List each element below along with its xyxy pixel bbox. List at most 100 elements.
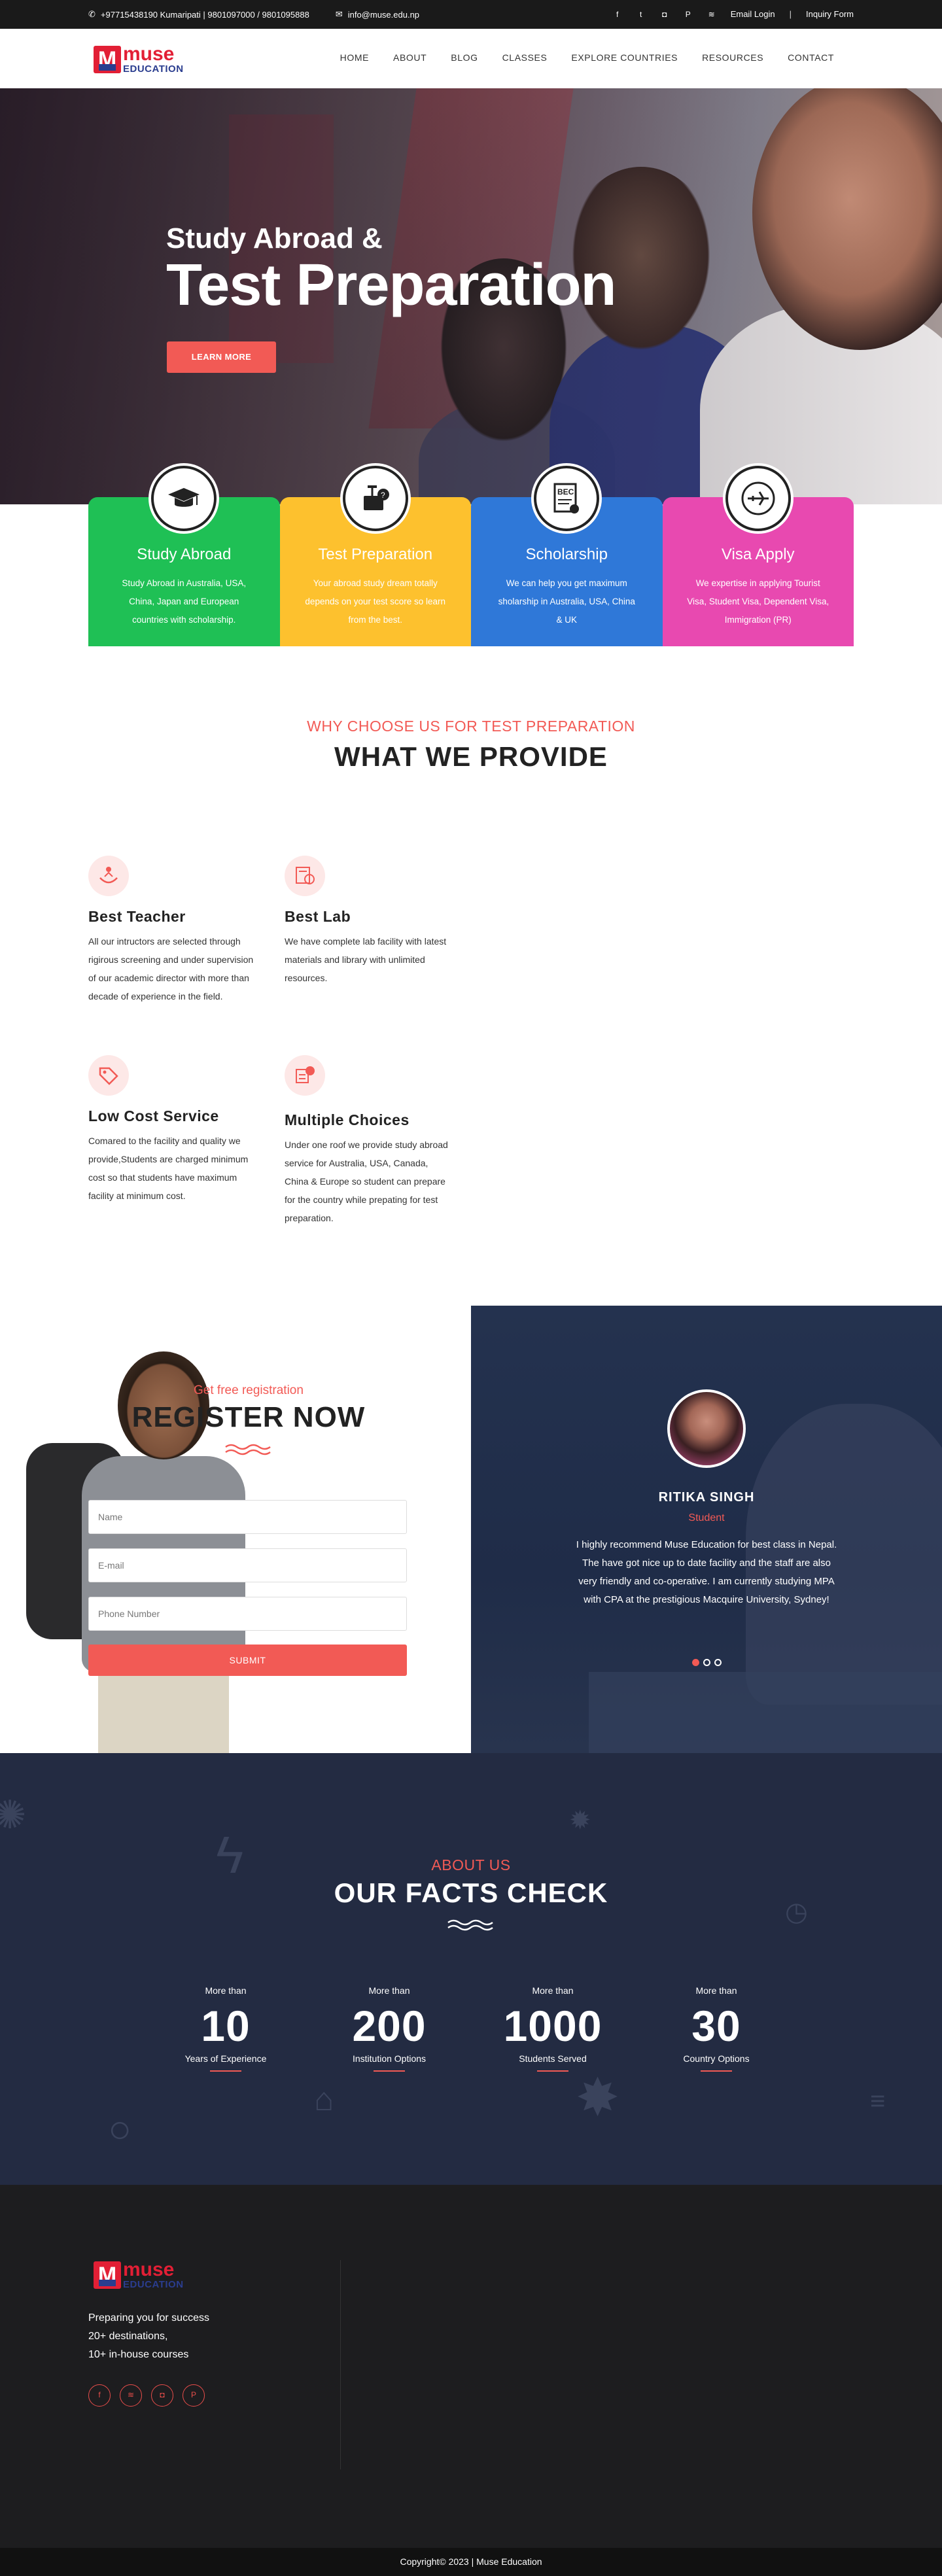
nav-home[interactable]: HOME [340, 52, 369, 63]
rss-icon[interactable]: ≋ [120, 2384, 142, 2407]
footer-line: 20+ destinations, [88, 2331, 168, 2342]
feature-best-lab: Best Lab We have complete lab facility w… [285, 856, 455, 987]
instagram-icon[interactable]: ◘ [660, 10, 669, 19]
phone-icon: ✆ [88, 9, 96, 19]
facebook-icon[interactable]: f [613, 10, 622, 19]
gear-icon: ✹ [569, 1806, 591, 1835]
nav-about[interactable]: ABOUT [393, 52, 427, 63]
facts-subtitle: ABOUT US [431, 1856, 511, 1873]
phone-info: ✆ +97715438190 Kumaripati | 9801097000 /… [88, 9, 309, 20]
service-card-test-preparation[interactable]: ? Test Preparation Your abroad study dre… [279, 466, 471, 646]
testimonial-name: RITIKA SINGH [658, 1490, 755, 1505]
email-input[interactable]: E-mail [88, 1548, 407, 1582]
certificate-icon: BEC [534, 466, 600, 531]
email-text[interactable]: info@muse.edu.np [348, 10, 419, 20]
phone-text: +97715438190 Kumaripati | 9801097000 / 9… [100, 9, 309, 20]
nav-resources[interactable]: RESOURCES [702, 52, 763, 63]
svg-text:BEC: BEC [557, 487, 574, 496]
stat-value: 200 [352, 2002, 427, 2050]
stat-countries: More than 30 Country Options [644, 1985, 788, 2072]
carousel-dot[interactable] [714, 1659, 722, 1666]
circle-icon: ○ [108, 2107, 132, 2151]
envelope-icon: ✉ [335, 9, 343, 19]
nav-classes[interactable]: CLASSES [502, 52, 548, 63]
stat-prefix: More than [368, 1985, 410, 1996]
instagram-icon[interactable]: ◘ [151, 2384, 173, 2407]
stat-value: 1000 [503, 2002, 602, 2050]
service-text: We can help you get maximum sholarship i… [498, 578, 635, 625]
stat-prefix: More than [532, 1985, 574, 1996]
stat-label: Institution Options [352, 2053, 427, 2064]
feature-title: Multiple Choices [285, 1111, 410, 1128]
inquiry-form-link[interactable]: Inquiry Form [806, 9, 854, 19]
twitter-icon[interactable]: t [637, 10, 646, 19]
feature-title: Low Cost Service [88, 1107, 219, 1124]
logo-mark: M [94, 45, 121, 73]
teacher-icon [88, 856, 129, 896]
learn-more-button[interactable]: LEARN MORE [167, 341, 276, 373]
submit-button[interactable]: SUBMIT [88, 1645, 407, 1676]
feature-multiple-choices: Multiple Choices Under one roof we provi… [285, 1055, 455, 1227]
logo-mark: M [94, 2261, 121, 2289]
register-section: Get free registration REGISTER NOW Name … [0, 1306, 471, 1753]
feature-title: Best Teacher [88, 908, 186, 925]
stat-underline [210, 2070, 241, 2072]
testimonial-quote: I highly recommend Muse Education for be… [576, 1539, 837, 1605]
nav-explore-countries[interactable]: EXPLORE COUNTRIES [571, 52, 678, 63]
footer-divider [340, 2260, 341, 2469]
site-logo[interactable]: M muse EDUCATION [94, 44, 184, 74]
carousel-dots [471, 1659, 942, 1666]
carousel-dot[interactable] [691, 1659, 699, 1666]
name-input[interactable]: Name [88, 1500, 407, 1534]
choices-icon [285, 1055, 325, 1096]
service-card-visa-apply[interactable]: Visa Apply We expertise in applying Tour… [662, 466, 854, 646]
email-info[interactable]: ✉ info@muse.edu.np [336, 9, 419, 20]
phone-input[interactable]: Phone Number [88, 1597, 407, 1631]
copyright-bar: Copyright© 2023 | Muse Education [0, 2548, 942, 2576]
testimonial-background-photo [589, 1672, 942, 1753]
service-text: Your abroad study dream totally depends … [305, 578, 446, 625]
airplane-icon [725, 466, 791, 531]
service-text: We expertise in applying Tourist Visa, S… [687, 578, 829, 625]
why-subtitle: WHY CHOOSE US FOR TEST PREPARATION [307, 718, 635, 735]
service-card-scholarship[interactable]: BEC Scholarship We can help you get maxi… [471, 466, 663, 646]
pinterest-icon[interactable]: P [684, 10, 693, 19]
register-subtitle: Get free registration [194, 1384, 304, 1397]
stat-institutions: More than 200 Institution Options [317, 1985, 461, 2072]
footer-line: 10+ in-house courses [88, 2349, 189, 2360]
carousel-dot[interactable] [703, 1659, 710, 1666]
site-footer: M muse EDUCATION Preparing you for succe… [0, 2185, 942, 2548]
logo-tagline: EDUCATION [123, 63, 184, 75]
email-login-link[interactable]: Email Login [731, 9, 775, 19]
stat-value: 10 [201, 2002, 251, 2050]
footer-line: Preparing you for success [88, 2312, 209, 2324]
nav-contact[interactable]: CONTACT [788, 52, 834, 63]
facebook-icon[interactable]: f [88, 2384, 111, 2407]
rss-icon[interactable]: ≋ [707, 10, 716, 19]
hero-title: Test Preparation [166, 252, 617, 318]
nav-blog[interactable]: BLOG [451, 52, 478, 63]
stat-underline [701, 2070, 732, 2072]
service-card-study-abroad[interactable]: Study Abroad Study Abroad in Australia, … [88, 466, 280, 646]
main-nav: HOME ABOUT BLOG CLASSES EXPLORE COUNTRIE… [340, 52, 834, 63]
feature-text: Under one roof we provide study abroad s… [285, 1140, 448, 1223]
service-text: Study Abroad in Australia, USA, China, J… [122, 578, 247, 625]
footer-logo[interactable]: M muse EDUCATION [94, 2260, 184, 2289]
stat-label: Years of Experience [184, 2053, 267, 2064]
svg-text:?: ? [381, 491, 385, 500]
burst-icon: ✸ [576, 2068, 620, 2127]
price-tag-icon [88, 1055, 129, 1096]
stat-underline [537, 2070, 568, 2072]
logo-brand: muse [123, 43, 175, 65]
test-prep-icon: ? [342, 466, 408, 531]
stat-label: Country Options [683, 2053, 750, 2064]
graduation-cap-icon: ⌂ [314, 2081, 334, 2117]
testimonial-section: RITIKA SINGH Student I highly recommend … [471, 1306, 942, 1753]
feature-text: All our intructors are selected through … [88, 936, 254, 1001]
pinterest-icon[interactable]: P [183, 2384, 205, 2407]
stat-prefix: More than [205, 1985, 247, 1996]
hero-banner: Study Abroad & Test Preparation LEARN MO… [0, 88, 942, 504]
books-icon: ≡ [870, 2087, 886, 2115]
graduation-cap-icon [151, 466, 217, 531]
top-bar: ✆ +97715438190 Kumaripati | 9801097000 /… [0, 0, 942, 29]
